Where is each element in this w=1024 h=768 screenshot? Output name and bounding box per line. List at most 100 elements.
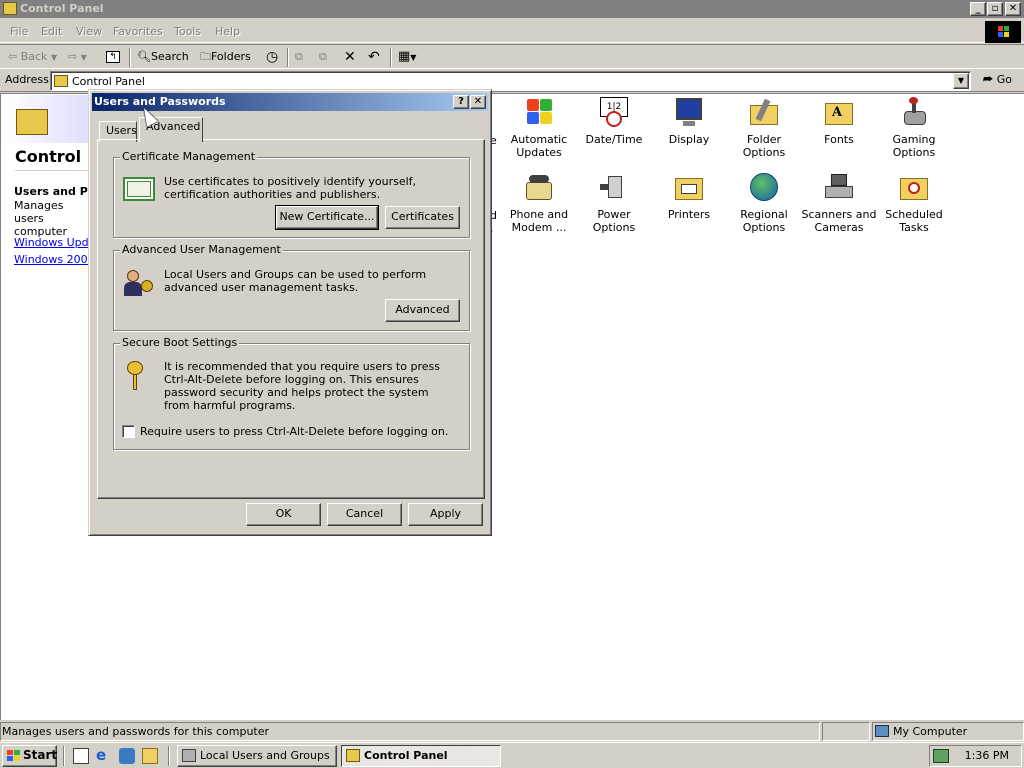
maximize-button[interactable]: ▫ [987, 2, 1003, 16]
cp-item-phone-modem[interactable]: Phone and Modem ... [501, 172, 577, 234]
certificates-button[interactable]: Certificates [385, 206, 460, 229]
selected-item-description: Manages users computer [14, 199, 68, 238]
menu-view[interactable]: View [76, 25, 102, 38]
status-bar: Manages users and passwords for this com… [0, 721, 1024, 741]
info-title: Control P [15, 147, 99, 166]
go-arrow-icon: ⮫ [983, 73, 994, 86]
cp-item-regional-options[interactable]: Regional Options [726, 172, 802, 234]
aum-description: Local Users and Groups can be used to pe… [164, 268, 427, 294]
display-icon [673, 97, 705, 129]
forward-arrow-icon: ⇨ [68, 50, 78, 63]
cp-item-folder-options[interactable]: Folder Options [726, 97, 802, 159]
cp-item-printers[interactable]: Printers [651, 172, 727, 221]
boot-description: It is recommended that you require users… [164, 360, 440, 412]
group-title: Certificate Management [120, 150, 258, 163]
folders-icon: 🗀 [200, 50, 211, 63]
menu-favorites[interactable]: Favorites [113, 25, 163, 38]
gaming-options-icon [898, 97, 930, 129]
group-title: Advanced User Management [120, 243, 283, 256]
menu-help[interactable]: Help [215, 25, 240, 38]
ctrl-alt-delete-checkbox[interactable] [122, 425, 135, 438]
copy-to-icon: ⧉ [319, 50, 327, 63]
start-button[interactable]: Start [2, 745, 57, 767]
address-label: Address [5, 73, 49, 86]
advanced-user-management-group: Advanced User Management Local Users and… [113, 243, 470, 331]
my-computer-icon [875, 725, 889, 737]
menubar: File Edit View Favorites Tools Help [0, 20, 1024, 43]
move-to-button[interactable]: ⧉ [295, 49, 303, 66]
cp-item-gaming-options[interactable]: Gaming Options [876, 97, 952, 159]
views-icon: ▦ [398, 49, 411, 64]
search-button[interactable]: 🔍︎Search [137, 49, 189, 66]
internet-explorer-icon[interactable]: e [96, 748, 112, 764]
system-tray: 1:36 PM [929, 745, 1022, 767]
window-titlebar[interactable]: Control Panel _ ▫ ✕ [0, 0, 1024, 18]
close-button[interactable]: ✕ [1005, 2, 1021, 16]
windows-update-link[interactable]: Windows Updat [14, 236, 100, 249]
control-panel-icon [54, 75, 68, 87]
search-icon: 🔍︎ [137, 50, 151, 63]
scheduled-tasks-icon [898, 172, 930, 204]
back-arrow-icon: ⇦ [8, 50, 18, 63]
users-and-passwords-dialog: Users and Passwords ? ✕ Users Advanced C… [88, 89, 492, 536]
status-empty-panel [822, 722, 870, 741]
cp-item-power-options[interactable]: Power Options [576, 172, 652, 234]
taskbar-local-users-groups[interactable]: Local Users and Groups [177, 745, 337, 767]
users-groups-icon [182, 749, 196, 762]
menu-file[interactable]: File [10, 25, 28, 38]
address-field[interactable]: Control Panel ▼ [50, 71, 971, 91]
up-folder-button[interactable]: ↰ [106, 49, 120, 66]
ok-button[interactable]: OK [246, 503, 321, 526]
printers-icon [673, 172, 705, 204]
cp-item-fonts[interactable]: A Fonts [801, 97, 877, 146]
folder-options-icon [748, 97, 780, 129]
minimize-button[interactable]: _ [970, 2, 986, 16]
control-panel-icon [346, 749, 360, 762]
outlook-express-icon[interactable] [119, 748, 135, 764]
folders-button[interactable]: 🗀Folders [200, 49, 251, 66]
move-to-icon: ⧉ [295, 50, 303, 63]
help-button[interactable]: ? [453, 95, 469, 109]
dialog-title: Users and Passwords [94, 95, 226, 108]
scanners-cameras-icon [823, 172, 855, 204]
views-button[interactable]: ▦▼ [398, 49, 416, 66]
advanced-tab-panel: Certificate Management Use certificates … [97, 139, 485, 499]
undo-icon: ↶ [368, 49, 380, 65]
cancel-button[interactable]: Cancel [327, 503, 402, 526]
copy-to-button[interactable]: ⧉ [319, 49, 327, 66]
show-desktop-icon[interactable] [73, 748, 89, 764]
cp-item-date-time[interactable]: 1|2 Date/Time [576, 97, 652, 146]
up-folder-icon: ↰ [106, 51, 120, 63]
control-panel-large-icon [16, 109, 48, 135]
quick-launch-icon[interactable] [142, 748, 158, 764]
network-icon[interactable] [933, 749, 949, 763]
cp-item-automatic-updates[interactable]: Automatic Updates [501, 97, 577, 159]
toolbar: ⇦ Back ▼ ⇨ ▼ ↰ 🔍︎Search 🗀Folders ◷ ⧉ ⧉ ✕… [0, 44, 1024, 69]
windows-logo [985, 21, 1021, 43]
clock[interactable]: 1:36 PM [965, 749, 1009, 762]
address-dropdown-button[interactable]: ▼ [953, 73, 969, 89]
go-button[interactable]: ⮫ Go [978, 72, 1020, 90]
ctrl-alt-delete-checkbox-label[interactable]: Require users to press Ctrl-Alt-Delete b… [140, 425, 448, 438]
cp-item-scheduled-tasks[interactable]: Scheduled Tasks [876, 172, 952, 234]
apply-button[interactable]: Apply [408, 503, 483, 526]
back-button[interactable]: ⇦ Back ▼ [8, 49, 57, 66]
forward-button[interactable]: ⇨ ▼ [68, 49, 87, 66]
advanced-button[interactable]: Advanced [385, 299, 460, 322]
menu-tools[interactable]: Tools [174, 25, 201, 38]
delete-x-icon: ✕ [344, 49, 356, 65]
secure-boot-settings-group: Secure Boot Settings It is recommended t… [113, 336, 470, 450]
key-icon [125, 361, 145, 393]
control-panel-icon [3, 2, 17, 15]
history-button[interactable]: ◷ [266, 49, 278, 66]
taskbar-control-panel[interactable]: Control Panel [341, 745, 501, 767]
cp-item-scanners-cameras[interactable]: Scanners and Cameras [801, 172, 877, 234]
dialog-close-button[interactable]: ✕ [470, 95, 486, 109]
cp-item-display[interactable]: Display [651, 97, 727, 146]
menu-edit[interactable]: Edit [41, 25, 62, 38]
new-certificate-button[interactable]: New Certificate... [275, 205, 379, 230]
delete-button[interactable]: ✕ [344, 49, 356, 66]
date-time-icon: 1|2 [598, 97, 630, 129]
undo-button[interactable]: ↶ [368, 49, 380, 66]
fonts-icon: A [823, 97, 855, 129]
